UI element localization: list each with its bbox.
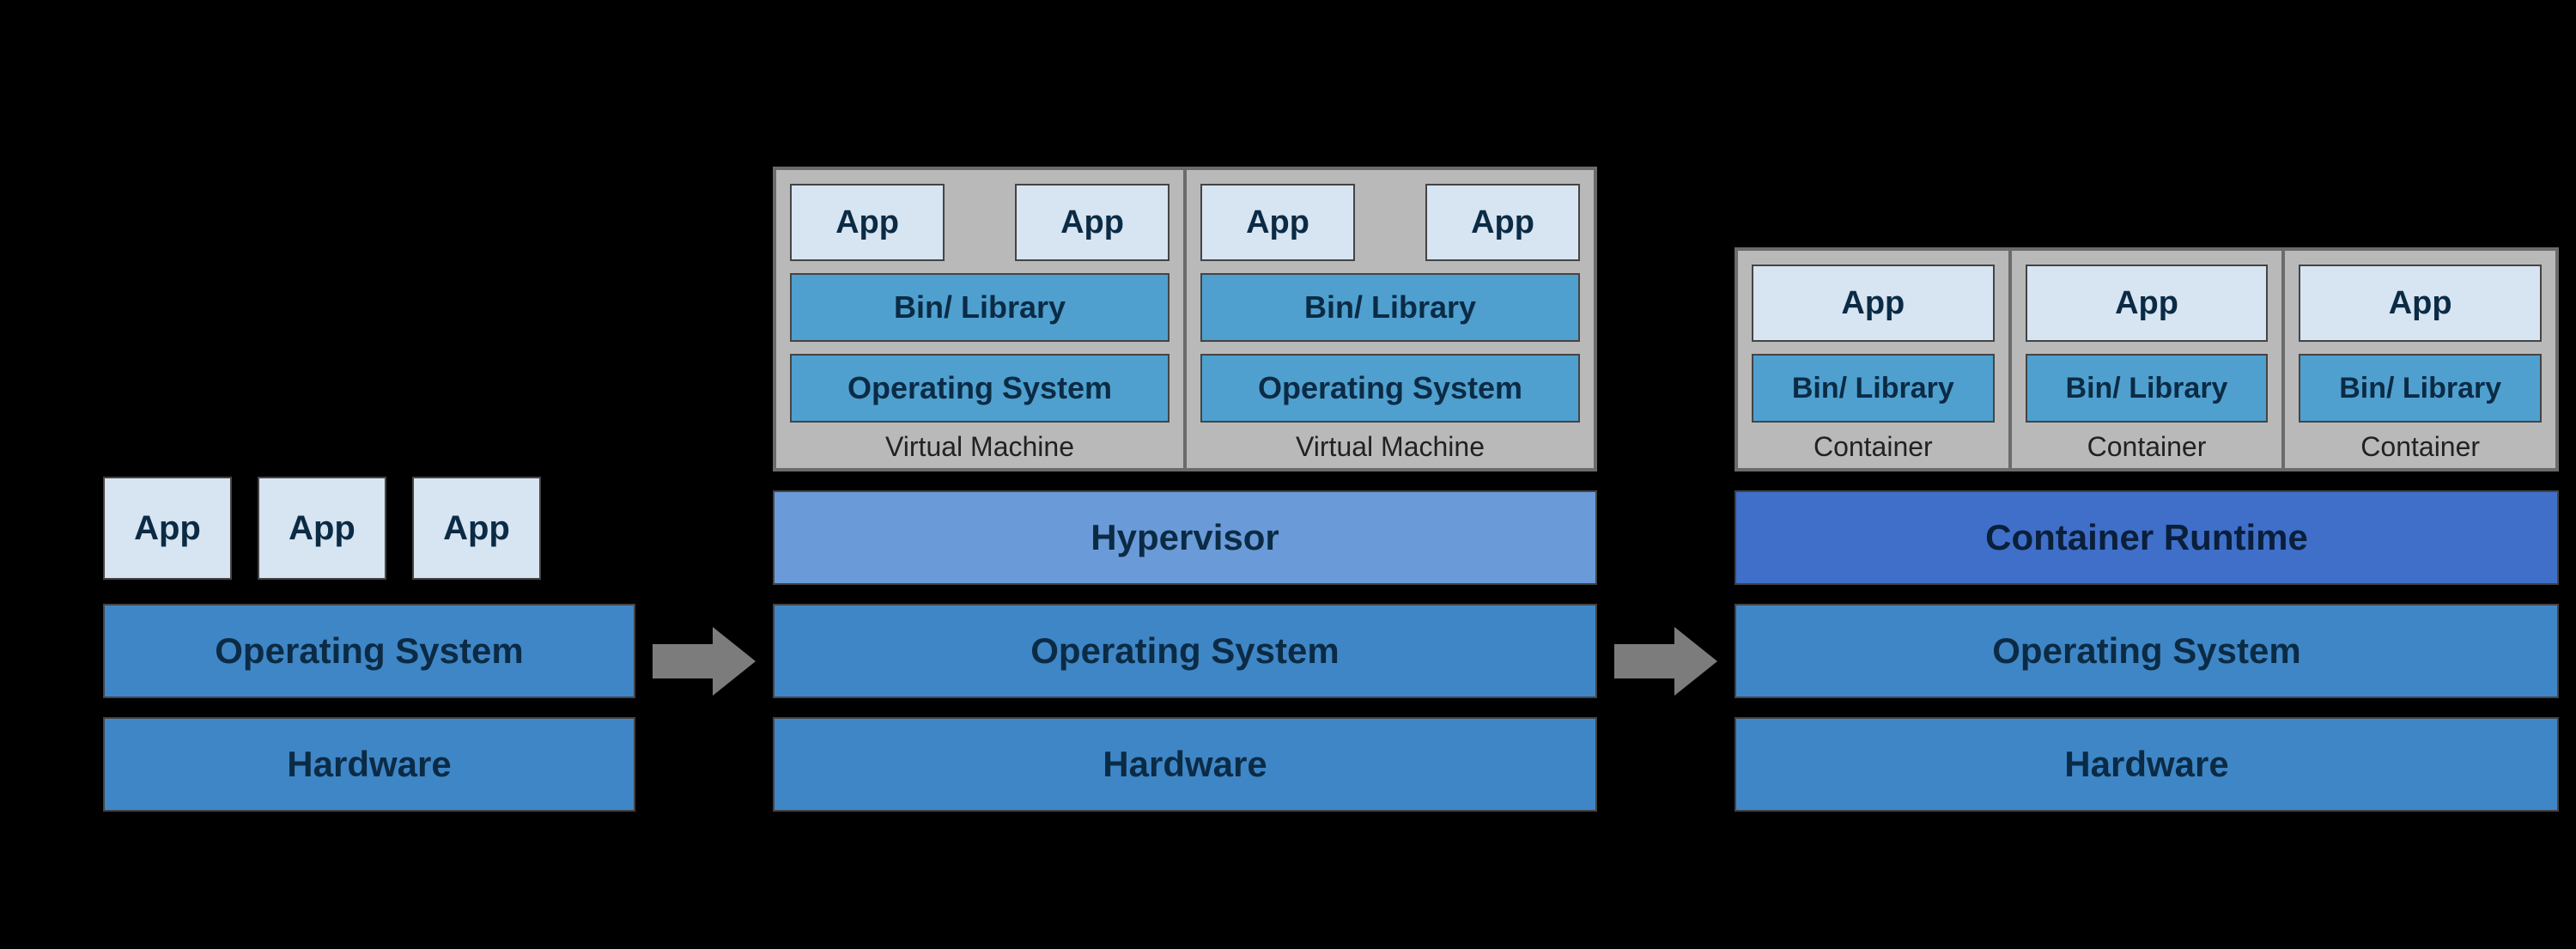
os-layer: Operating System (103, 604, 635, 698)
traditional-apps-row: App App App (103, 477, 635, 580)
guest-os-layer: Operating System (790, 354, 1170, 423)
column-container: App Bin/ Library Container App Bin/ Libr… (1735, 247, 2559, 812)
app-box: App (1752, 265, 1995, 342)
container-cell: App Bin/ Library Container (1738, 251, 2012, 468)
hardware-layer: Hardware (773, 717, 1597, 812)
binlib-layer: Bin/ Library (1752, 354, 1995, 423)
binlib-layer: Bin/ Library (1200, 273, 1580, 342)
app-box: App (1015, 184, 1170, 261)
vm-cell: App App Bin/ Library Operating System Vi… (1187, 170, 1594, 468)
app-box: App (258, 477, 386, 580)
vm-panel: App App Bin/ Library Operating System Vi… (773, 167, 1597, 471)
app-box: App (1425, 184, 1580, 261)
container-cell: App Bin/ Library Container (2285, 251, 2555, 468)
vm-cell: App App Bin/ Library Operating System Vi… (776, 170, 1187, 468)
column-vm: App App Bin/ Library Operating System Vi… (773, 167, 1597, 812)
hardware-layer: Hardware (1735, 717, 2559, 812)
app-box: App (103, 477, 232, 580)
app-box: App (2299, 265, 2542, 342)
os-layer: Operating System (1735, 604, 2559, 698)
column-traditional: App App App Operating System Hardware (103, 477, 635, 812)
guest-os-layer: Operating System (1200, 354, 1580, 423)
app-box: App (412, 477, 541, 580)
container-label: Container (1752, 423, 1995, 468)
binlib-layer: Bin/ Library (2299, 354, 2542, 423)
container-cell: App Bin/ Library Container (2012, 251, 2286, 468)
app-box: App (2026, 265, 2269, 342)
vm-label: Virtual Machine (1200, 423, 1580, 468)
app-box: App (790, 184, 945, 261)
container-label: Container (2026, 423, 2269, 468)
hardware-layer: Hardware (103, 717, 635, 812)
hypervisor-layer: Hypervisor (773, 490, 1597, 585)
container-label: Container (2299, 423, 2542, 468)
os-layer: Operating System (773, 604, 1597, 698)
binlib-layer: Bin/ Library (2026, 354, 2269, 423)
container-panel: App Bin/ Library Container App Bin/ Libr… (1735, 247, 2559, 471)
binlib-layer: Bin/ Library (790, 273, 1170, 342)
app-box: App (1200, 184, 1355, 261)
vm-label: Virtual Machine (790, 423, 1170, 468)
arrow-icon (1614, 627, 1717, 696)
diagram-stage: App App App Operating System Hardware Ap… (0, 0, 2576, 949)
arrow-icon (653, 627, 756, 696)
container-runtime-layer: Container Runtime (1735, 490, 2559, 585)
